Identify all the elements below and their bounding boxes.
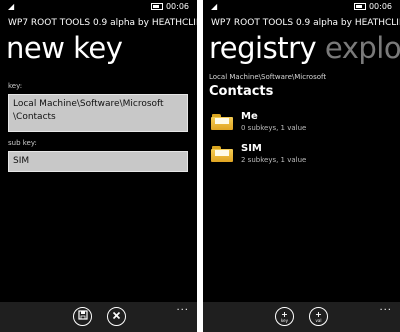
app-title: WP7 ROOT TOOLS 0.9 alpha by HEATHCLIFF74: [8, 18, 197, 28]
add-key-icon: +: [281, 309, 288, 319]
new-key-screen: ◢ 00:06 WP7 ROOT TOOLS 0.9 alpha by HEAT…: [0, 0, 197, 332]
item-info: 0 subkeys, 1 value: [241, 124, 307, 132]
signal-icon: ◢: [8, 2, 15, 11]
subkey-value: SIM: [13, 156, 30, 166]
key-value-line2: \Contacts: [13, 112, 56, 122]
status-bar: ◢ 00:06: [0, 0, 197, 14]
application-bar: ...: [0, 302, 197, 332]
list-item[interactable]: SIM 2 subkeys, 1 value: [209, 142, 394, 172]
battery-icon: [354, 3, 366, 10]
subkey-label: sub key:: [8, 139, 37, 147]
cancel-button[interactable]: [107, 307, 126, 326]
page-title: new key: [6, 31, 123, 65]
clock: 00:06: [368, 2, 392, 11]
add-value-icon: +: [315, 309, 322, 319]
more-options-button[interactable]: ...: [176, 302, 189, 313]
pivot-item-explore[interactable]: explore: [325, 31, 400, 65]
key-field[interactable]: Local Machine\Software\Microsoft \Contac…: [8, 94, 188, 132]
clock: 00:06: [165, 2, 189, 11]
application-bar: + key + val ...: [203, 302, 400, 332]
registry-screen: ◢ 00:06 WP7 ROOT TOOLS 0.9 alpha by HEAT…: [203, 0, 400, 332]
subkey-field[interactable]: SIM: [8, 151, 188, 172]
item-info: 2 subkeys, 1 value: [241, 156, 307, 164]
save-icon: [77, 310, 88, 323]
battery-icon: [151, 3, 163, 10]
folder-icon: [211, 146, 233, 162]
add-key-button[interactable]: + key: [275, 307, 294, 326]
status-bar: ◢ 00:06: [203, 0, 400, 14]
current-key-title: Contacts: [209, 84, 274, 99]
key-value-line1: Local Machine\Software\Microsoft: [13, 99, 164, 109]
folder-icon: [211, 114, 233, 130]
app-title: WP7 ROOT TOOLS 0.9 alpha by HEATHCLIFF74: [211, 18, 400, 28]
list-item[interactable]: Me 0 subkeys, 1 value: [209, 110, 394, 140]
save-button[interactable]: [73, 307, 92, 326]
add-value-label: val: [315, 317, 322, 323]
pivot-header: registry explore: [209, 31, 400, 65]
item-name: SIM: [241, 143, 262, 154]
item-name: Me: [241, 111, 258, 122]
registry-path: Local Machine\Software\Microsoft: [209, 73, 327, 81]
cancel-icon: [112, 311, 121, 323]
add-key-label: key: [280, 317, 288, 323]
add-value-button[interactable]: + val: [309, 307, 328, 326]
signal-icon: ◢: [211, 2, 218, 11]
pivot-item-registry[interactable]: registry: [209, 31, 317, 65]
key-label: key:: [8, 82, 23, 90]
more-options-button[interactable]: ...: [379, 302, 392, 313]
